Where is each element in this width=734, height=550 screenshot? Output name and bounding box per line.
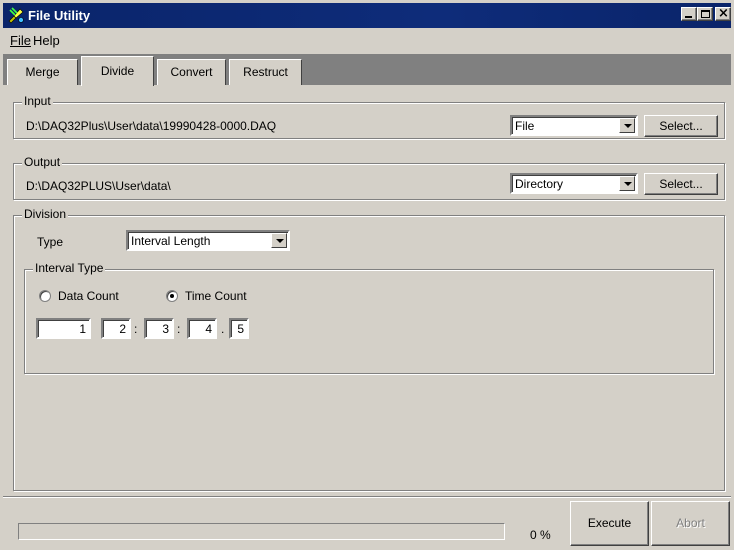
time-count-radio[interactable] — [166, 290, 178, 302]
input-path: D:\DAQ32Plus\User\data\19990428-0000.DAQ — [26, 119, 277, 133]
close-icon: × — [718, 6, 729, 21]
tab-restruct[interactable]: Restruct — [229, 59, 302, 85]
maximize-icon — [701, 10, 710, 18]
chevron-down-icon[interactable] — [271, 233, 287, 248]
footer-divider — [3, 496, 731, 498]
input-mode-select[interactable]: File — [510, 115, 638, 136]
separator-dot: . — [221, 322, 225, 336]
chevron-down-icon[interactable] — [619, 118, 635, 133]
division-legend: Division — [22, 207, 69, 221]
division-group: Division Type Interval Length Interval T… — [13, 207, 725, 491]
output-mode-value: Directory — [515, 177, 564, 191]
tab-strip: Merge Divide Convert Restruct — [3, 54, 731, 86]
division-type-value: Interval Length — [131, 234, 211, 248]
menu-help[interactable]: Help — [33, 33, 60, 48]
abort-button[interactable]: Abort — [651, 501, 730, 546]
progress-percent: 0 % — [530, 528, 551, 542]
menu-file[interactable]: File — [10, 33, 31, 48]
interval-field-4[interactable]: 4 — [187, 318, 217, 339]
separator-colon-1: : — [134, 322, 138, 336]
chevron-down-icon[interactable] — [619, 176, 635, 191]
minimize-button[interactable] — [681, 7, 697, 21]
maximize-button[interactable] — [697, 7, 713, 21]
output-mode-select[interactable]: Directory — [510, 173, 638, 194]
file-utility-window: File Utility × File Help Merge Divide Co… — [0, 0, 734, 550]
separator-colon-2: : — [177, 322, 181, 336]
division-type-select[interactable]: Interval Length — [126, 230, 290, 251]
interval-type-legend: Interval Type — [33, 261, 106, 275]
title-bar[interactable]: File Utility × — [3, 3, 731, 28]
execute-button[interactable]: Execute — [570, 501, 649, 546]
interval-field-3[interactable]: 3 — [144, 318, 174, 339]
tab-merge[interactable]: Merge — [7, 59, 78, 85]
tab-divide[interactable]: Divide — [81, 56, 154, 86]
interval-field-2[interactable]: 2 — [101, 318, 131, 339]
tab-convert[interactable]: Convert — [157, 59, 226, 85]
input-legend: Input — [22, 94, 53, 108]
input-group: Input D:\DAQ32Plus\User\data\19990428-00… — [13, 94, 725, 139]
window-title: File Utility — [28, 8, 91, 23]
output-legend: Output — [22, 155, 63, 169]
data-count-radio[interactable] — [39, 290, 51, 302]
input-mode-value: File — [515, 119, 535, 133]
interval-type-group: Interval Type Data Count Time Count 1 2 … — [24, 261, 714, 374]
file-utility-app-icon — [8, 7, 24, 24]
time-count-label[interactable]: Time Count — [185, 289, 247, 303]
close-button[interactable]: × — [715, 6, 731, 21]
interval-field-5[interactable]: 5 — [229, 318, 249, 339]
divide-panel: Input D:\DAQ32Plus\User\data\19990428-00… — [3, 84, 731, 494]
minimize-icon — [685, 16, 692, 18]
output-group: Output D:\DAQ32PLUS\User\data\ Directory… — [13, 155, 725, 200]
output-select-button[interactable]: Select... — [644, 173, 718, 195]
interval-field-1[interactable]: 1 — [36, 318, 91, 339]
data-count-label[interactable]: Data Count — [58, 289, 119, 303]
menu-bar: File Help — [3, 30, 731, 50]
output-path: D:\DAQ32PLUS\User\data\ — [26, 179, 171, 193]
progress-bar — [18, 523, 505, 540]
type-label: Type — [37, 235, 64, 249]
input-select-button[interactable]: Select... — [644, 115, 718, 137]
